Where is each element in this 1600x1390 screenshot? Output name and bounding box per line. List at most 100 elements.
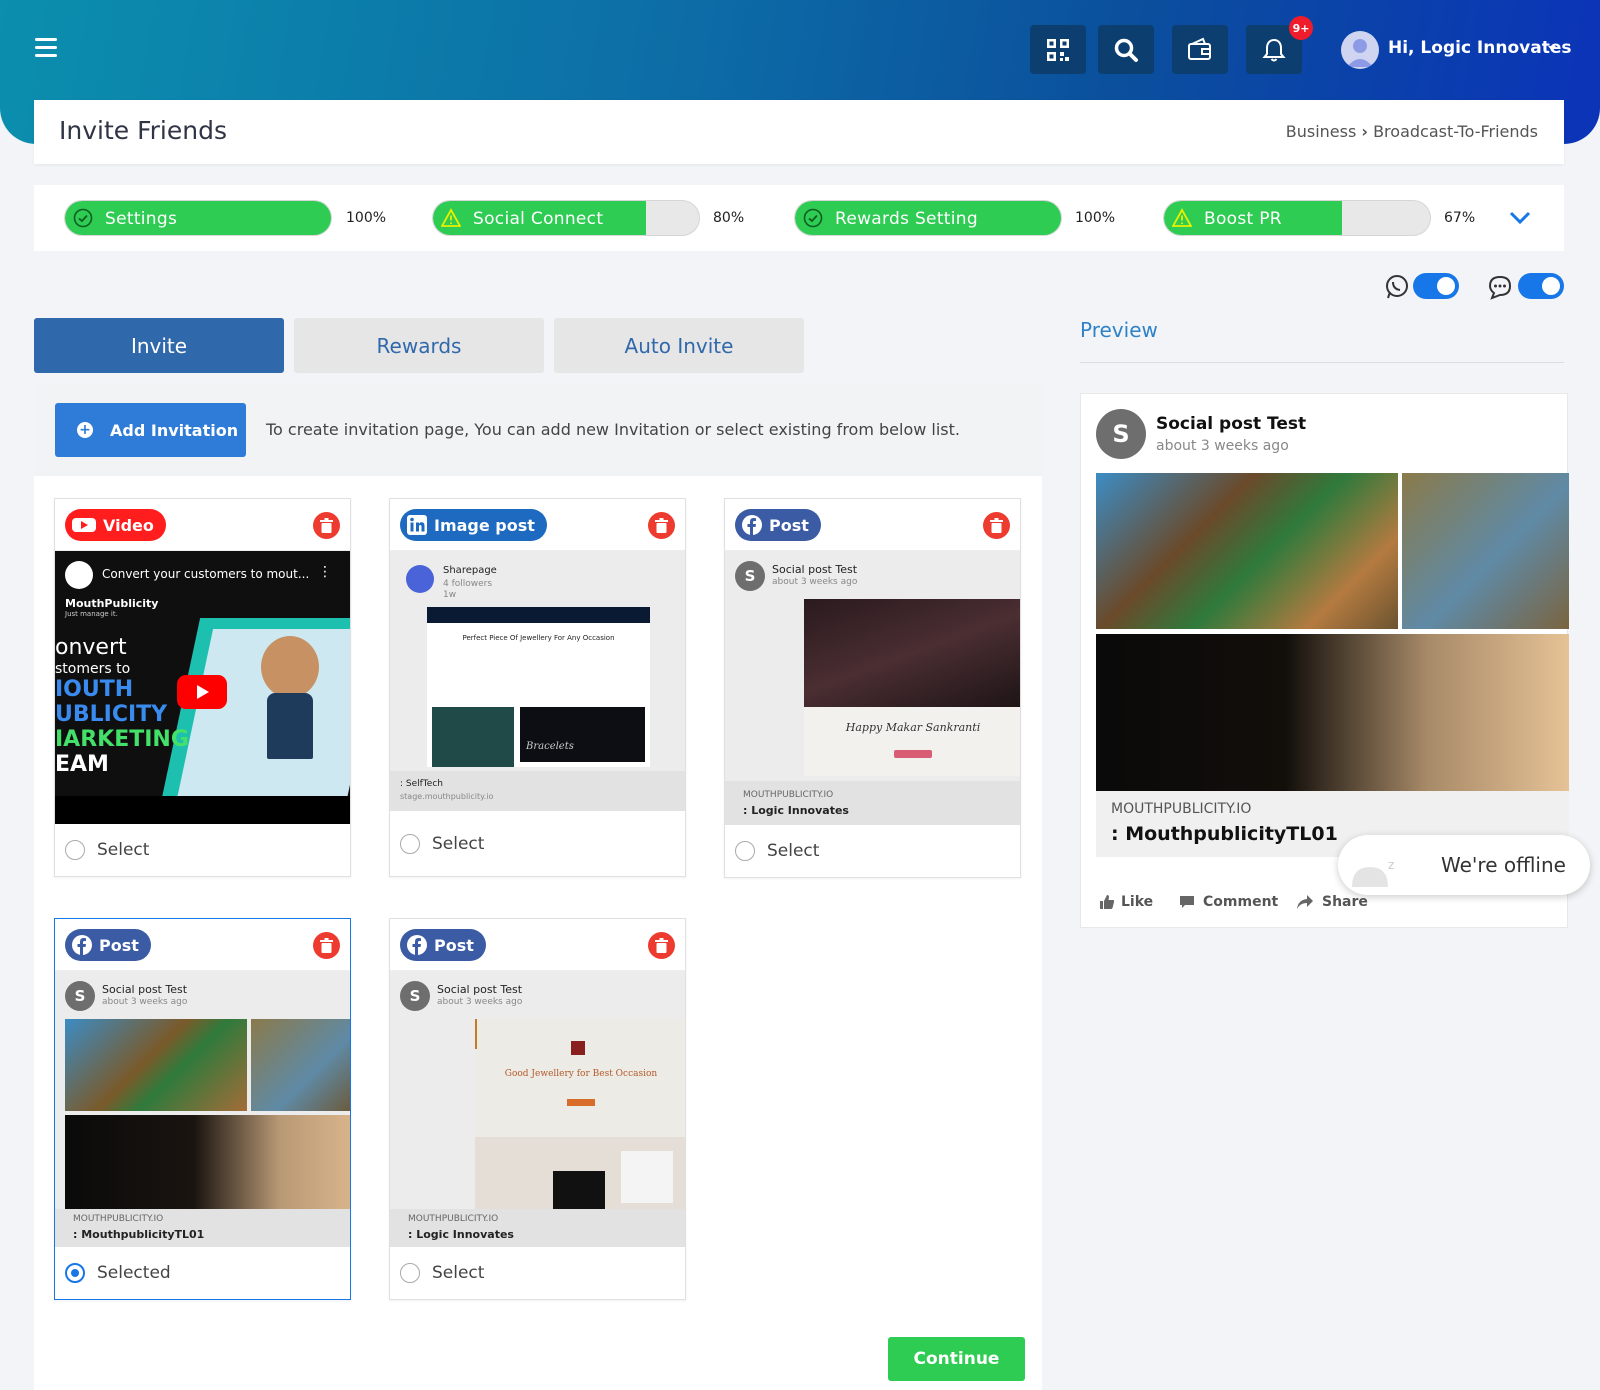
- invitation-card-post[interactable]: Post S Social post Test about 3 weeks ag…: [54, 918, 351, 1300]
- add-invitation-label: Add Invitation: [110, 420, 239, 440]
- like-button[interactable]: Like: [1099, 894, 1153, 910]
- continue-button[interactable]: Continue: [888, 1337, 1025, 1381]
- invitation-card-post[interactable]: Post S Social post Test about 3 weeks ag…: [389, 918, 686, 1300]
- link-domain: MOUTHPUBLICITY.IO: [408, 1214, 499, 1224]
- add-invitation-button[interactable]: + Add Invitation: [55, 403, 246, 457]
- share-button[interactable]: Share: [1296, 894, 1368, 910]
- chevron-down-icon[interactable]: [1509, 210, 1531, 226]
- user-dropdown-caret[interactable]: [1548, 46, 1556, 51]
- tab-invite[interactable]: Invite: [34, 318, 284, 373]
- preview-image: [1096, 473, 1398, 629]
- notification-badge: 9+: [1289, 16, 1313, 40]
- post-preview[interactable]: S Social post Test about 3 weeks ago Hap…: [725, 551, 1020, 825]
- comment-button[interactable]: Comment: [1179, 894, 1278, 910]
- chat-widget[interactable]: z We're offline: [1338, 835, 1590, 895]
- qr-code-icon: [1047, 38, 1069, 61]
- add-invitation-hint: To create invitation page, You can add n…: [266, 420, 960, 439]
- select-radio[interactable]: [65, 1263, 85, 1283]
- warning-icon: [441, 208, 461, 227]
- select-radio[interactable]: [735, 841, 755, 861]
- delete-button[interactable]: [648, 512, 675, 539]
- thumbs-up-icon: [1100, 895, 1115, 909]
- post-title: Social post Test: [772, 563, 858, 576]
- play-icon: [197, 685, 209, 699]
- card-type-tag: Post: [400, 929, 486, 961]
- progress-percent: 100%: [1075, 210, 1116, 226]
- trash-icon: [655, 518, 668, 533]
- select-radio[interactable]: [400, 1263, 420, 1283]
- select-label: Select: [97, 840, 150, 860]
- whatsapp-toggle[interactable]: [1413, 273, 1459, 299]
- select-label: Select: [432, 1263, 485, 1283]
- preview-heading: Preview: [1080, 318, 1158, 342]
- trash-icon: [655, 938, 668, 953]
- qr-code-button[interactable]: [1030, 25, 1086, 74]
- delete-button[interactable]: [313, 932, 340, 959]
- play-button[interactable]: [177, 675, 227, 709]
- invitation-card-image-post[interactable]: Image post Sharepage 4 followers 1w Perf…: [389, 498, 686, 877]
- progress-settings[interactable]: Settings: [64, 200, 332, 236]
- delete-button[interactable]: [983, 512, 1010, 539]
- post-title: Social post Test: [102, 983, 188, 996]
- link-title: : Logic Innovates: [408, 1228, 514, 1241]
- post-preview[interactable]: S Social post Test about 3 weeks ago MOU…: [55, 971, 350, 1247]
- tab-rewards[interactable]: Rewards: [294, 318, 544, 373]
- brand-name: MouthPublicity: [65, 597, 159, 610]
- follower-count: 4 followers: [443, 579, 493, 589]
- page-title-bar: Invite Friends Business › Broadcast-To-F…: [34, 100, 1564, 164]
- post-preview[interactable]: Sharepage 4 followers 1w Perfect Piece O…: [390, 551, 685, 811]
- wallet-button[interactable]: [1172, 25, 1228, 74]
- sms-toggle[interactable]: [1518, 273, 1564, 299]
- page-name: Sharepage: [443, 565, 497, 576]
- page-title: Invite Friends: [59, 116, 227, 145]
- progress-rewards-setting[interactable]: Rewards Setting: [794, 200, 1062, 236]
- facebook-icon: [72, 935, 92, 955]
- preview-divider: [1080, 362, 1564, 363]
- user-greeting[interactable]: Hi, Logic Innovates: [1388, 38, 1571, 58]
- progress-label: Social Connect: [473, 209, 604, 229]
- post-avatar: S: [400, 981, 430, 1011]
- more-vert-icon[interactable]: ⋮: [318, 564, 332, 580]
- invitation-card-video[interactable]: Video Convert your customers to mout... …: [54, 498, 351, 877]
- preview-post-title: Social post Test: [1156, 414, 1307, 434]
- breadcrumb-parent[interactable]: Business: [1286, 122, 1357, 141]
- facebook-icon: [742, 515, 762, 535]
- progress-social-connect[interactable]: Social Connect: [432, 200, 700, 236]
- character-illustration: [261, 636, 319, 698]
- select-radio[interactable]: [65, 840, 85, 860]
- search-button[interactable]: [1098, 25, 1154, 74]
- post-age: 1w: [443, 590, 457, 600]
- select-radio[interactable]: [400, 833, 420, 854]
- jewellery-image: [804, 599, 1020, 707]
- post-caption: Happy Makar Sankranti: [845, 721, 981, 734]
- wallet-icon: [1188, 37, 1211, 60]
- breadcrumb: Business › Broadcast-To-Friends: [1286, 122, 1538, 141]
- check-circle-icon: [803, 208, 823, 228]
- delete-button[interactable]: [648, 932, 675, 959]
- post-image: [65, 1019, 247, 1111]
- invitation-card-post[interactable]: Post S Social post Test about 3 weeks ag…: [724, 498, 1021, 878]
- card-type-tag: Post: [735, 509, 821, 541]
- warning-icon: [1172, 208, 1192, 227]
- channel-logo: [65, 561, 93, 589]
- user-avatar[interactable]: [1341, 31, 1379, 69]
- link-title: : MouthpublicityTL01: [73, 1228, 205, 1241]
- post-image: [65, 1115, 350, 1209]
- video-title: Convert your customers to mout...: [102, 567, 310, 581]
- progress-boost-pr[interactable]: Boost PR: [1163, 200, 1431, 236]
- select-label: Select: [432, 833, 485, 854]
- post-image: [251, 1019, 350, 1111]
- facebook-icon: [407, 935, 427, 955]
- video-thumbnail[interactable]: Convert your customers to mout... ⋮ Mout…: [55, 551, 350, 824]
- post-avatar: S: [65, 981, 95, 1011]
- thumb-line: IOUTH: [55, 677, 134, 702]
- setup-progress-panel: Settings 100% Social Connect 80% Rewards…: [34, 185, 1564, 251]
- menu-icon[interactable]: [35, 38, 57, 58]
- thumb-line: IARKETING: [55, 727, 189, 752]
- post-preview[interactable]: S Social post Test about 3 weeks ago Goo…: [390, 971, 685, 1247]
- progress-label: Rewards Setting: [835, 209, 978, 229]
- delete-button[interactable]: [313, 512, 340, 539]
- tab-auto-invite[interactable]: Auto Invite: [554, 318, 804, 373]
- post-age: about 3 weeks ago: [772, 577, 858, 587]
- bell-icon: [1262, 38, 1286, 61]
